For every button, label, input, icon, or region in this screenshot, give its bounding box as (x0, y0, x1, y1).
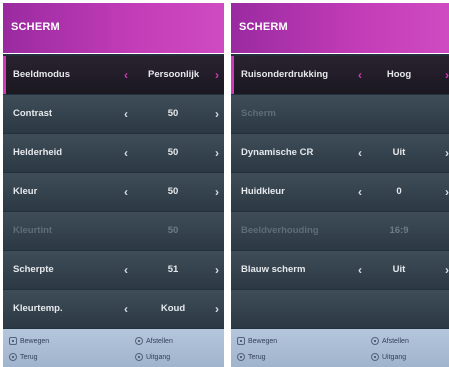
menu-row-contrast[interactable]: Contrast ‹ 50 › (3, 95, 224, 133)
hint-exit: Uitgang (371, 353, 406, 361)
row-label: Ruisonderdrukking (241, 69, 329, 80)
arrow-left-icon[interactable]: ‹ (358, 185, 362, 199)
menu-rows: Beeldmodus ‹ Persoonlijk › Contrast ‹ 50… (3, 56, 224, 329)
arrow-right-icon[interactable]: › (445, 185, 449, 199)
hint-move: Bewegen (237, 337, 277, 345)
arrow-left-icon[interactable]: ‹ (358, 146, 362, 160)
row-label: Contrast (13, 108, 53, 119)
row-value: Uit (392, 264, 406, 275)
row-value: 16:9 (389, 225, 409, 236)
row-label: Helderheid (13, 147, 63, 158)
arrow-left-icon[interactable]: ‹ (358, 263, 362, 277)
row-label: Huidkleur (241, 186, 285, 197)
navigate-icon (9, 337, 17, 345)
menu-footer-hints: Bewegen Afstellen Terug Uitgang (231, 329, 449, 367)
menu-row-empty (231, 290, 449, 328)
menu-title: SCHERM (11, 21, 60, 33)
menu-row-color[interactable]: Kleur ‹ 50 › (3, 173, 224, 211)
row-label: Kleurtint (13, 225, 53, 236)
row-value: 50 (167, 186, 179, 197)
hint-back: Terug (9, 353, 38, 361)
row-value: 51 (167, 264, 179, 275)
hint-move-label: Bewegen (20, 337, 50, 345)
hint-back-label: Terug (248, 353, 266, 361)
row-value: Hoog (386, 69, 412, 80)
hint-exit-label: Uitgang (382, 353, 407, 361)
menu-row-brightness[interactable]: Helderheid ‹ 50 › (3, 134, 224, 172)
arrow-left-icon[interactable]: ‹ (124, 107, 128, 121)
menu-row-aspect-ratio: Beeldverhouding 16:9 (231, 212, 449, 250)
hint-back: Terug (237, 353, 266, 361)
arrow-right-icon[interactable]: › (215, 185, 219, 199)
adjust-icon (135, 337, 143, 345)
back-icon (237, 353, 245, 361)
hint-exit-label: Uitgang (146, 353, 171, 361)
arrow-right-icon[interactable]: › (215, 263, 219, 277)
menu-row-dynamic-cr[interactable]: Dynamische CR ‹ Uit › (231, 134, 449, 172)
row-value: Koud (160, 303, 186, 314)
hint-move-label: Bewegen (248, 337, 278, 345)
menu-row-screen: Scherm (231, 95, 449, 133)
row-value: 50 (167, 108, 179, 119)
menu-row-tint: Kleurtint 50 (3, 212, 224, 250)
back-icon (9, 353, 17, 361)
menu-row-color-temperature[interactable]: Kleurtemp. ‹ Koud › (3, 290, 224, 328)
adjust-icon (371, 337, 379, 345)
menu-rows: Ruisonderdrukking ‹ Hoog › Scherm Dynami… (231, 56, 449, 329)
arrow-right-icon[interactable]: › (215, 302, 219, 316)
row-label: Kleurtemp. (13, 303, 63, 314)
exit-icon (135, 353, 143, 361)
arrow-right-icon[interactable]: › (445, 263, 449, 277)
arrow-left-icon[interactable]: ‹ (358, 68, 362, 82)
menu-row-noise-reduction[interactable]: Ruisonderdrukking ‹ Hoog › (231, 56, 449, 94)
menu-footer-hints: Bewegen Afstellen Terug Uitgang (3, 329, 224, 367)
arrow-left-icon[interactable]: ‹ (124, 68, 128, 82)
menu-title: SCHERM (239, 21, 288, 33)
menu-row-sharpness[interactable]: Scherpte ‹ 51 › (3, 251, 224, 289)
arrow-right-icon[interactable]: › (215, 107, 219, 121)
hint-adjust: Afstellen (135, 337, 173, 345)
menu-header: SCHERM (231, 3, 449, 54)
row-value: 0 (396, 186, 402, 197)
row-label: Kleur (13, 186, 38, 197)
arrow-right-icon[interactable]: › (215, 68, 219, 82)
arrow-left-icon[interactable]: ‹ (124, 263, 128, 277)
picture-menu-panel-left: SCHERM Beeldmodus ‹ Persoonlijk › Contra… (3, 3, 224, 367)
exit-icon (371, 353, 379, 361)
row-label: Beeldverhouding (241, 225, 319, 236)
row-value: 50 (167, 147, 179, 158)
menu-row-blue-screen[interactable]: Blauw scherm ‹ Uit › (231, 251, 449, 289)
row-value: Uit (392, 147, 406, 158)
row-label: Scherm (241, 108, 276, 119)
row-label: Scherpte (13, 264, 54, 275)
row-value: Persoonlijk (148, 69, 200, 80)
arrow-left-icon[interactable]: ‹ (124, 302, 128, 316)
hint-adjust: Afstellen (371, 337, 409, 345)
picture-menu-panel-right: SCHERM Ruisonderdrukking ‹ Hoog › Scherm… (231, 3, 449, 367)
navigate-icon (237, 337, 245, 345)
row-label: Blauw scherm (241, 264, 306, 275)
hint-move: Bewegen (9, 337, 49, 345)
hint-exit: Uitgang (135, 353, 170, 361)
arrow-right-icon[interactable]: › (215, 146, 219, 160)
menu-row-skin-tone[interactable]: Huidkleur ‹ 0 › (231, 173, 449, 211)
arrow-left-icon[interactable]: ‹ (124, 146, 128, 160)
hint-adjust-label: Afstellen (382, 337, 409, 345)
row-label: Beeldmodus (13, 69, 71, 80)
arrow-right-icon[interactable]: › (445, 68, 449, 82)
hint-adjust-label: Afstellen (146, 337, 173, 345)
arrow-right-icon[interactable]: › (445, 146, 449, 160)
menu-header: SCHERM (3, 3, 224, 54)
row-value: 50 (167, 225, 179, 236)
menu-row-picture-mode[interactable]: Beeldmodus ‹ Persoonlijk › (3, 56, 224, 94)
row-label: Dynamische CR (241, 147, 314, 158)
arrow-left-icon[interactable]: ‹ (124, 185, 128, 199)
hint-back-label: Terug (20, 353, 38, 361)
